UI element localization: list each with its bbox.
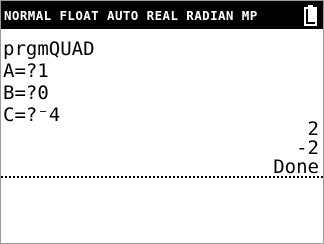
input-prompt-c: C=?⁻4 <box>3 104 61 126</box>
input-prompt-a: A=?1 <box>3 60 49 82</box>
history-separator <box>1 176 323 178</box>
battery-level <box>308 9 317 22</box>
done-indicator: Done <box>273 156 319 178</box>
battery-icon <box>304 5 317 26</box>
status-bar: NORMAL FLOAT AUTO REAL RADIAN MP <box>1 1 323 29</box>
mode-indicator: NORMAL FLOAT AUTO REAL RADIAN MP <box>4 7 258 23</box>
calculator-screen: NORMAL FLOAT AUTO REAL RADIAN MP prgmQUA… <box>0 0 324 244</box>
program-call-line: prgmQUAD <box>3 38 95 60</box>
battery-body <box>304 7 317 26</box>
input-prompt-b: B=?0 <box>3 82 49 104</box>
